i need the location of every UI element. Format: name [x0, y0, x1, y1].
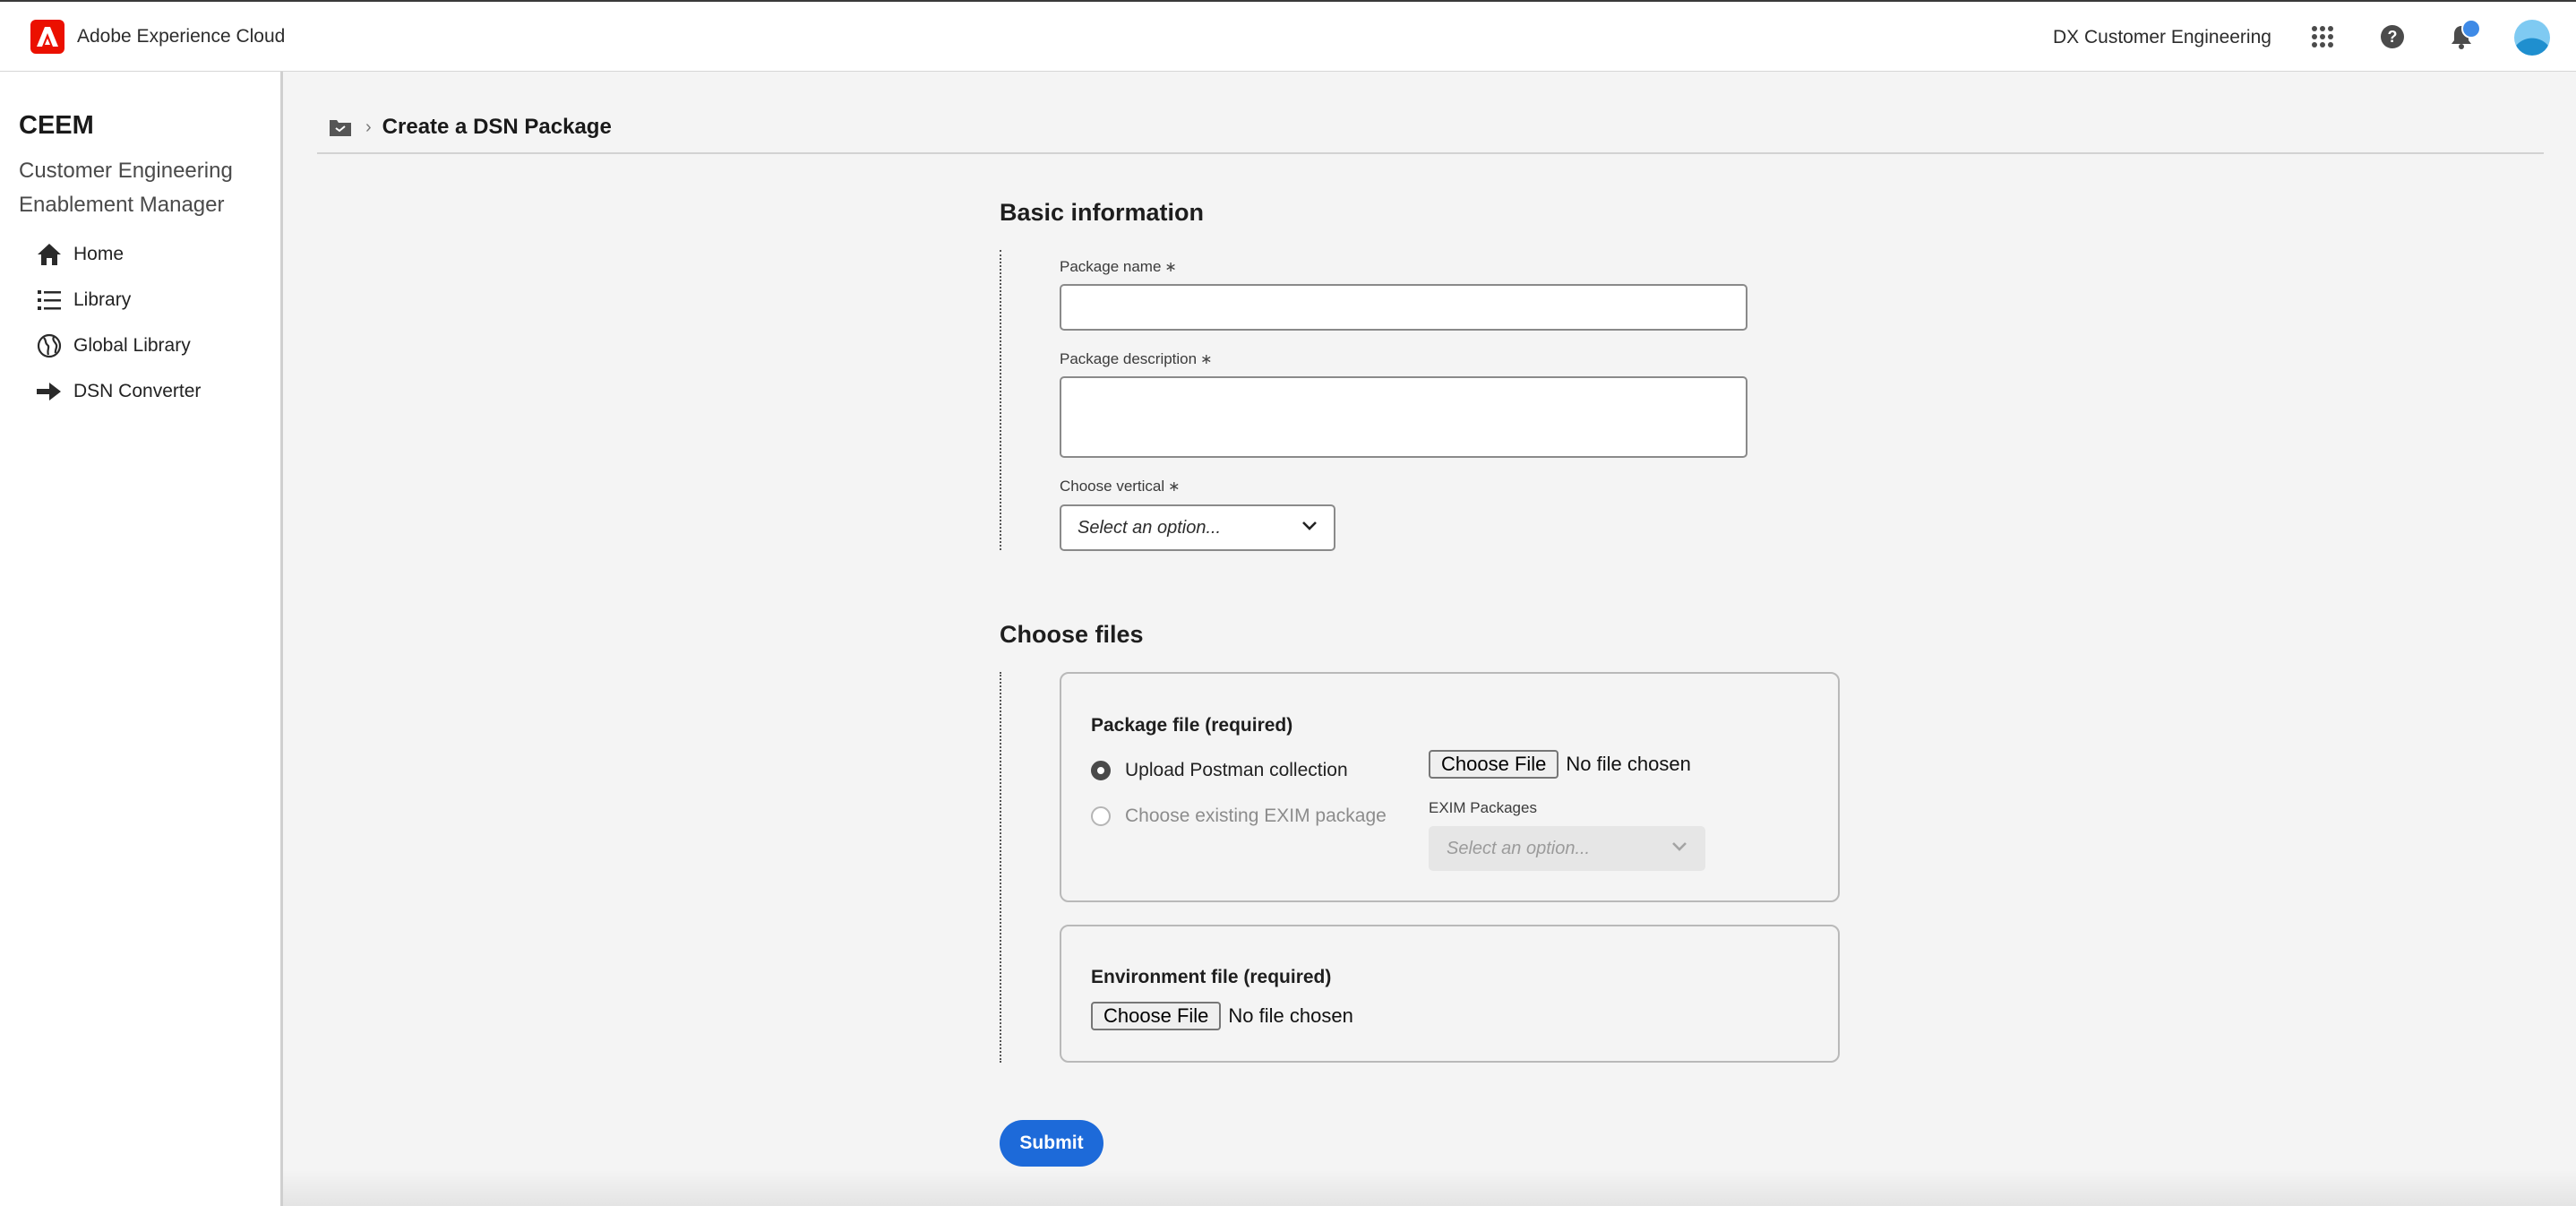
- package-file-card: Package file (required) Upload Postman c…: [1060, 672, 1840, 902]
- folder-icon[interactable]: [328, 115, 353, 140]
- vertical-label: Choose vertical ∗: [1060, 478, 1181, 495]
- chevron-down-icon: [1671, 840, 1687, 857]
- home-icon: [36, 241, 63, 268]
- breadcrumb-divider: [317, 152, 2544, 154]
- apps-grid-icon[interactable]: [2307, 22, 2338, 52]
- radio-button[interactable]: [1091, 806, 1111, 826]
- environment-file-title: Environment file (required): [1091, 967, 1332, 987]
- choose-files-heading: Choose files: [1000, 621, 1144, 648]
- file-status: No file chosen: [1566, 753, 1691, 775]
- breadcrumb: › Create a DSN Package: [328, 115, 612, 140]
- vertical-picker-value: Select an option...: [1078, 517, 1222, 538]
- environment-file-card: Environment file (required) Choose File …: [1060, 925, 1840, 1063]
- sidebar-item-label: Home: [73, 243, 125, 264]
- section-divider: [1000, 672, 1001, 1063]
- radio-button[interactable]: [1091, 761, 1111, 780]
- file-status: No file chosen: [1228, 1004, 1353, 1027]
- basic-info-heading: Basic information: [1000, 199, 1205, 226]
- package-description-label: Package description ∗: [1060, 350, 1213, 367]
- sidebar-item-home[interactable]: Home: [36, 231, 201, 277]
- app-full-name: Customer Engineering Enablement Manager: [19, 159, 233, 217]
- list-icon: [36, 287, 63, 314]
- exim-packages-label: EXIM Packages: [1429, 799, 1537, 816]
- choose-file-button[interactable]: Choose File: [1091, 1002, 1222, 1030]
- svg-text:?: ?: [2388, 28, 2398, 46]
- chevron-down-icon: [1301, 520, 1318, 536]
- package-file-picker: Choose File No file chosen: [1429, 750, 1691, 779]
- globe-icon: [36, 332, 63, 359]
- exim-picker-value: Select an option...: [1447, 838, 1591, 858]
- package-description-input[interactable]: [1060, 376, 1747, 458]
- help-icon[interactable]: ?: [2377, 22, 2408, 52]
- adobe-logo-icon: [30, 20, 64, 54]
- org-switcher[interactable]: DX Customer Engineering: [2053, 27, 2271, 48]
- page-title: Create a DSN Package: [382, 115, 612, 139]
- sidebar-nav: Home Library Global Library DSN Converte…: [36, 231, 201, 414]
- submit-button[interactable]: Submit: [1000, 1120, 1103, 1167]
- package-name-input[interactable]: [1060, 284, 1747, 331]
- package-file-title: Package file (required): [1091, 715, 1293, 736]
- avatar[interactable]: [2514, 20, 2550, 56]
- sidebar-item-global-library[interactable]: Global Library: [36, 323, 201, 368]
- sidebar-item-library[interactable]: Library: [36, 277, 201, 323]
- arrow-right-icon: [36, 378, 63, 405]
- radio-label: Upload Postman collection: [1125, 760, 1348, 780]
- sidebar-item-label: Global Library: [73, 334, 191, 356]
- brand-name: Adobe Experience Cloud: [77, 26, 286, 47]
- sidebar: CEEM Customer Engineering Enablement Man…: [0, 72, 283, 1206]
- breadcrumb-separator: ›: [365, 116, 372, 137]
- brand[interactable]: Adobe Experience Cloud: [30, 20, 285, 54]
- radio-existing-exim[interactable]: Choose existing EXIM package: [1091, 805, 1387, 827]
- top-bar: Adobe Experience Cloud DX Customer Engin…: [0, 0, 2576, 72]
- choose-file-button[interactable]: Choose File: [1429, 750, 1559, 779]
- notification-badge: [2461, 19, 2481, 39]
- section-divider: [1000, 250, 1001, 550]
- sidebar-item-label: DSN Converter: [73, 380, 202, 401]
- vertical-picker[interactable]: Select an option...: [1060, 504, 1335, 551]
- package-name-label: Package name ∗: [1060, 258, 1177, 275]
- sidebar-item-dsn-converter[interactable]: DSN Converter: [36, 368, 201, 414]
- app-short-name: CEEM: [19, 111, 94, 140]
- environment-file-picker: Choose File No file chosen: [1091, 1002, 1353, 1030]
- radio-label: Choose existing EXIM package: [1125, 805, 1387, 826]
- bottom-shadow: [283, 1170, 2576, 1206]
- exim-packages-picker: Select an option...: [1429, 826, 1705, 871]
- radio-upload-postman[interactable]: Upload Postman collection: [1091, 760, 1348, 781]
- sidebar-item-label: Library: [73, 289, 132, 310]
